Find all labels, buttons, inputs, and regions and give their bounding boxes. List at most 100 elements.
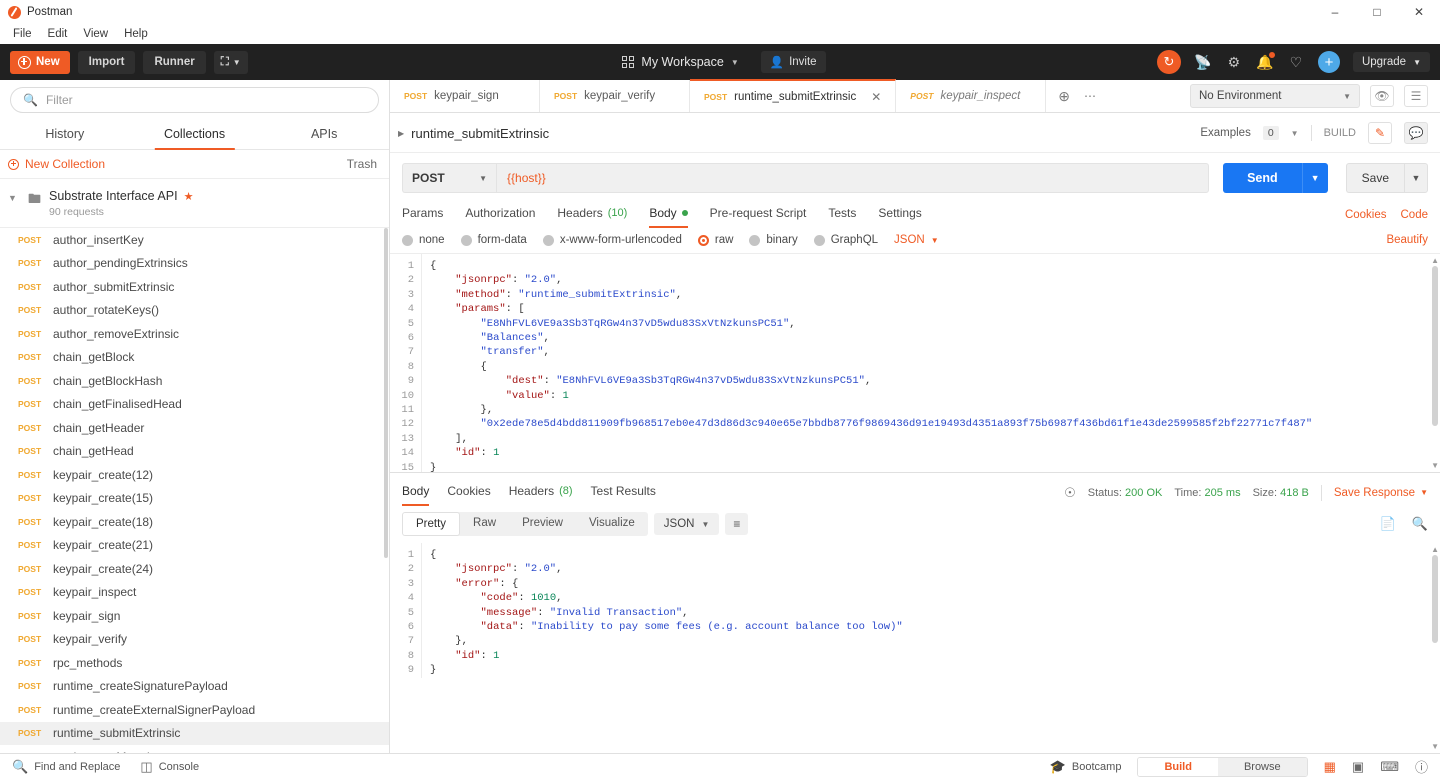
code-line[interactable]: { [430,259,1440,273]
satellite-icon[interactable]: 📡 [1194,53,1212,71]
import-button[interactable]: Import [77,50,136,74]
code-line[interactable]: "transfer", [430,345,1440,359]
menu-view[interactable]: View [76,26,115,42]
invite-button[interactable]: 👤 Invite [760,51,826,73]
request-section-tab[interactable]: Authorization [465,201,535,228]
response-tab[interactable]: Headers (8) [509,479,573,506]
code-line[interactable]: { [430,548,1440,562]
save-button[interactable]: Save [1345,163,1404,193]
code-line[interactable]: ], [430,432,1440,446]
keyboard-icon[interactable]: ⌨ [1380,759,1399,775]
request-list-item[interactable]: POST keypair_inspect [0,581,389,605]
heart-icon[interactable]: ♡ [1287,53,1305,71]
request-list-item[interactable]: POST author_rotateKeys() [0,299,389,323]
menu-file[interactable]: File [6,26,39,42]
chevron-down-icon[interactable]: ▼ [8,189,20,203]
workspace-selector[interactable]: My Workspace ▼ [614,52,746,72]
new-window-button[interactable]: ⛶ ▼ [213,50,248,74]
body-type-radio[interactable]: form-data [460,234,527,246]
code-line[interactable]: "jsonrpc": "2.0", [430,562,1440,576]
request-section-tab[interactable]: Settings [878,201,921,228]
response-view-mode[interactable]: Raw [460,512,509,536]
request-list-item[interactable]: POST author_insertKey [0,228,389,252]
request-list-item[interactable]: POST runtime_submitExtrinsic [0,721,389,745]
request-list-item[interactable]: POST author_submitExtrinsic [0,275,389,299]
code-line[interactable]: "method": "runtime_submitExtrinsic", [430,288,1440,302]
add-tab-icon[interactable]: ⊕ [1058,88,1070,105]
code-line[interactable]: { [430,360,1440,374]
code-line[interactable]: "data": "Inability to pay some fees (e.g… [430,620,1440,634]
body-type-radio[interactable]: none [402,234,445,246]
menu-help[interactable]: Help [117,26,155,42]
response-format-select[interactable]: JSON ▼ [653,513,720,535]
request-list-item[interactable]: POST chain_getFinalisedHead [0,393,389,417]
request-list-item[interactable]: POST keypair_create(24) [0,557,389,581]
body-format-select[interactable]: JSON ▼ [894,234,939,246]
request-list-item[interactable]: POST chain_getBlock [0,346,389,370]
single-pane-icon[interactable]: ▣ [1352,759,1364,775]
sidebar-scrollbar[interactable] [384,228,388,558]
response-view-mode[interactable]: Preview [509,512,576,536]
url-input[interactable]: {{host}} [496,163,1210,193]
sidebar-tab-collections[interactable]: Collections [130,118,260,149]
request-list-item[interactable]: POST keypair_create(12) [0,463,389,487]
help-icon[interactable]: ⓘ [1415,757,1428,776]
code-line[interactable]: "params": [ [430,302,1440,316]
maximize-button[interactable]: □ [1356,0,1398,24]
copy-icon[interactable]: 📄 [1380,516,1396,532]
request-list-item[interactable]: POST chain_getHead [0,440,389,464]
new-button[interactable]: New [10,50,70,74]
send-options-button[interactable]: ▼ [1301,163,1328,193]
code-line[interactable]: "E8NhFVL6VE9a3Sb3TqRGw4n37vD5wdu83SxVtNz… [430,317,1440,331]
env-settings-icon[interactable]: ☰ [1404,85,1428,107]
menu-edit[interactable]: Edit [41,26,75,42]
chevron-right-icon[interactable]: ▶ [398,129,404,138]
code-line[interactable]: "id": 1 [430,649,1440,663]
code-line[interactable]: "value": 1 [430,389,1440,403]
collection-header[interactable]: ▼ 🖿 Substrate Interface API ★ 90 request… [0,179,389,228]
body-type-radio[interactable]: x-www-form-urlencoded [542,234,682,246]
gear-icon[interactable]: ⚙ [1225,53,1243,71]
request-section-tab[interactable]: Tests [828,201,856,228]
request-list-item[interactable]: POST chain_getHeader [0,416,389,440]
code-line[interactable]: "0x2ede78e5d4bdd811909fb968517eb0e47d3d8… [430,417,1440,431]
browse-toggle[interactable]: Browse [1217,757,1307,776]
close-icon[interactable]: ✕ [871,90,881,104]
code-line[interactable]: "dest": "E8NhFVL6VE9a3Sb3TqRGw4n37vD5wdu… [430,374,1440,388]
body-type-radio[interactable]: raw [697,234,733,246]
chevron-down-icon[interactable]: ▼ [1291,129,1299,138]
request-list-item[interactable]: POST keypair_sign [0,604,389,628]
build-toggle[interactable]: Build [1138,757,1218,776]
request-list-item[interactable]: POST runtime_createExternalSignerPayload [0,698,389,722]
response-code-lines[interactable]: { "jsonrpc": "2.0", "error": { "code": 1… [422,543,1440,678]
request-tab[interactable]: POST keypair_sign [390,80,540,112]
response-tab[interactable]: Body [402,479,430,506]
request-list-item[interactable]: POST rpc_methods [0,651,389,675]
code-line[interactable]: "id": 1 [430,446,1440,460]
request-list-item[interactable]: POST keypair_create(18) [0,510,389,534]
request-code-lines[interactable]: { "jsonrpc": "2.0", "method": "runtime_s… [422,254,1440,472]
add-account-icon[interactable]: + [1317,51,1340,73]
request-tab[interactable]: POST keypair_verify [540,80,690,112]
request-section-tab[interactable]: Pre-request Script [710,201,807,228]
comment-icon[interactable]: 💬 [1404,122,1428,144]
code-line[interactable]: "message": "Invalid Transaction", [430,606,1440,620]
search-icon[interactable]: 🔍 [1412,516,1428,532]
response-tab[interactable]: Test Results [591,479,656,506]
eye-icon[interactable]: 👁 [1370,85,1394,107]
response-tab[interactable]: Cookies [447,479,490,506]
request-list-item[interactable]: POST keypair_create(15) [0,487,389,511]
find-and-replace-button[interactable]: 🔍 Find and Replace [12,759,120,775]
code-line[interactable]: "jsonrpc": "2.0", [430,273,1440,287]
request-list-item[interactable]: POST keypair_verify [0,628,389,652]
request-list-item[interactable]: POST keypair_create(21) [0,534,389,558]
request-tab[interactable]: POST runtime_submitExtrinsic ✕ [690,79,897,112]
save-options-button[interactable]: ▼ [1404,163,1428,193]
runner-button[interactable]: Runner [143,50,206,74]
request-list-item[interactable]: POST chain_getBlockHash [0,369,389,393]
beautify-button[interactable]: Beautify [1386,234,1428,246]
request-list-item[interactable]: POST author_pendingExtrinsics [0,252,389,276]
word-wrap-icon[interactable]: ≡ [725,513,749,535]
viewer-scroll-up-icon[interactable]: ▲ [1431,545,1439,554]
request-body-editor[interactable]: 1 2 3 4 5 6 7 8 9 10 11 12 13 14 15 { "jsonrpc": "2.0"… [390,254,1440,472]
